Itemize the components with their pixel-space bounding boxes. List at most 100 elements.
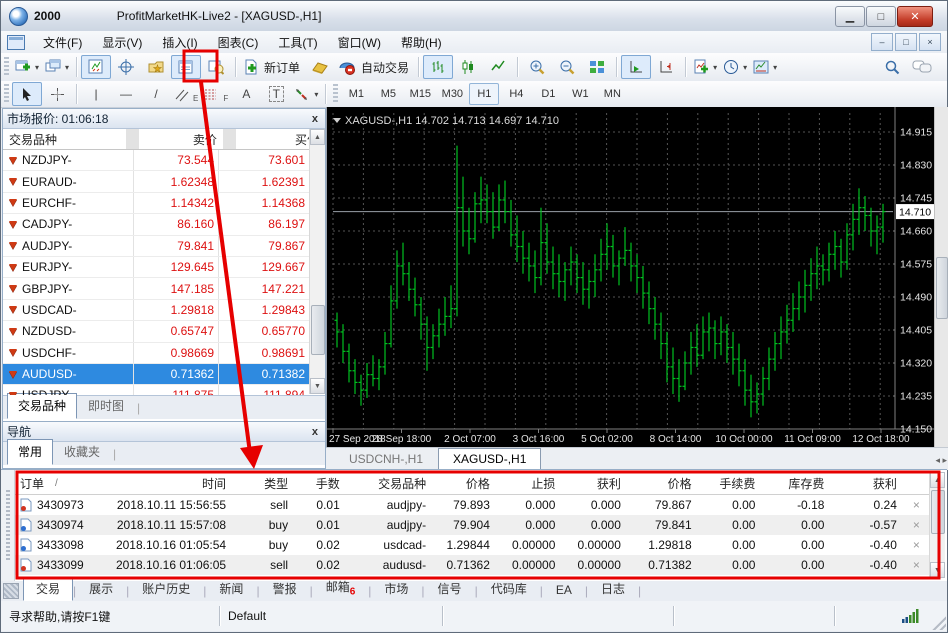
column-header[interactable]: 获利 [560, 475, 626, 492]
cursor-tool[interactable] [12, 82, 42, 106]
equidistant-channel-tool[interactable]: E [171, 82, 201, 106]
market-watch-row[interactable]: EURJPY- 129.645 129.667 [3, 256, 325, 279]
timeframe-H4[interactable]: H4 [501, 83, 531, 105]
terminal-grip[interactable] [1, 470, 15, 582]
column-header[interactable]: 交易品种 [345, 475, 431, 492]
order-row[interactable]: 3430974 2018.10.11 15:57:08 buy 0.01 audjpy-… [15, 515, 931, 535]
close-button[interactable]: ✕ [897, 6, 933, 27]
market-watch-row[interactable]: CADJPY- 86.160 86.197 [3, 214, 325, 236]
horizontal-line-tool[interactable]: — [111, 82, 141, 106]
timeframe-W1[interactable]: W1 [565, 83, 595, 105]
chart-window-icon[interactable] [7, 34, 25, 50]
crosshair-tool[interactable] [42, 82, 72, 106]
close-order-icon[interactable]: × [902, 558, 931, 572]
strategy-tester-button[interactable] [201, 55, 231, 79]
search-icon[interactable] [877, 55, 907, 79]
zoom-in-button[interactable] [522, 55, 552, 79]
timeframe-M15[interactable]: M15 [405, 83, 435, 105]
chart-bars-mode-button[interactable] [423, 55, 454, 79]
scroll-down-icon[interactable]: ▼ [310, 378, 325, 394]
market-watch-toggle[interactable] [81, 55, 112, 79]
periods-button[interactable]: ▾ [720, 55, 750, 79]
terminal-tab-信号[interactable]: 信号 [425, 577, 475, 601]
trendline-tool[interactable]: / [141, 82, 171, 106]
terminal-tab-EA[interactable]: EA [543, 580, 585, 601]
terminal-tab-新闻[interactable]: 新闻 [206, 577, 256, 601]
terminal-tab-日志[interactable]: 日志 [588, 577, 638, 601]
timeframe-M5[interactable]: M5 [373, 83, 403, 105]
autoscroll-toggle[interactable] [621, 55, 652, 79]
chart-candles-mode-button[interactable] [453, 55, 483, 79]
market-watch-row[interactable]: EURAUD- 1.62348 1.62391 [3, 171, 325, 193]
chart-tab-XAGUSDH1[interactable]: XAGUSD-,H1 [438, 448, 542, 470]
fibonacci-tool[interactable]: F [201, 82, 231, 106]
status-profile[interactable]: Default [220, 606, 443, 626]
vertical-line-tool[interactable]: | [81, 82, 111, 106]
menu-item-I[interactable]: 插入(I) [152, 31, 207, 54]
column-header[interactable]: 库存费 [760, 475, 829, 492]
timeframe-D1[interactable]: D1 [533, 83, 563, 105]
close-order-icon[interactable]: × [902, 498, 931, 512]
column-header-bid[interactable]: 卖价 [139, 131, 223, 148]
timeframe-MN[interactable]: MN [597, 83, 627, 105]
menu-item-V[interactable]: 显示(V) [92, 31, 152, 54]
toolbar-grip[interactable] [4, 84, 9, 104]
market-watch-row[interactable]: GBPJPY- 147.185 147.221 [3, 278, 325, 300]
close-order-icon[interactable]: × [902, 518, 931, 532]
column-header[interactable]: 时间 [105, 475, 231, 492]
market-watch-row[interactable]: EURCHF- 1.14342 1.14368 [3, 192, 325, 215]
scrollbar-thumb[interactable] [311, 305, 325, 355]
column-header-symbol[interactable]: 交易品种 [3, 131, 126, 148]
timeframe-M30[interactable]: M30 [437, 83, 467, 105]
market-watch-row[interactable]: USDJPY- 111.875111.894 [3, 385, 325, 395]
column-header[interactable]: 手续费 [697, 475, 761, 492]
menu-item-H[interactable]: 帮助(H) [391, 31, 452, 54]
text-label-tool[interactable]: T [261, 82, 291, 106]
profiles-button[interactable]: ▾ [42, 55, 72, 79]
market-watch-row[interactable]: USDCHF- 0.98669 0.98691 [3, 342, 325, 364]
tab-favorites[interactable]: 收藏夹 [53, 439, 111, 465]
column-header[interactable]: 获利 [829, 475, 901, 492]
terminal-panel-icon[interactable] [3, 583, 19, 599]
market-watch-row[interactable]: USDCAD- 1.29818 1.29843 [3, 299, 325, 322]
chart-shift-button[interactable] [651, 55, 681, 79]
mdi-close-button[interactable]: × [919, 33, 941, 51]
price-chart[interactable]: 14.915 14.830 14.745 14.660 14.575 14.490 14.4… [327, 107, 935, 447]
terminal-toggle[interactable] [171, 55, 202, 79]
column-header[interactable]: 手数 [293, 475, 345, 492]
tile-windows-button[interactable] [582, 55, 612, 79]
column-header-order[interactable]: 订单 / [15, 475, 105, 492]
scrollbar-thumb[interactable] [936, 257, 948, 319]
arrows-tool[interactable]: ▾ [291, 82, 321, 106]
chart-window[interactable]: 14.915 14.830 14.745 14.660 14.575 14.490 14.4… [326, 107, 935, 447]
toolbar-grip[interactable] [333, 84, 339, 104]
chart-line-mode-button[interactable] [483, 55, 513, 79]
menu-item-F[interactable]: 文件(F) [33, 31, 92, 54]
tab-scroll-right-icon[interactable]: ▸ [942, 455, 947, 465]
chart-tab-USDCNHH1[interactable]: USDCNH-,H1 [334, 448, 438, 470]
timeframe-M1[interactable]: M1 [341, 83, 371, 105]
text-tool[interactable]: A [231, 82, 261, 106]
restore-button[interactable]: □ [866, 6, 896, 27]
market-watch-row[interactable]: NZDJPY- 73.544 73.601 [3, 150, 325, 172]
navigator-toggle[interactable]: ★ [141, 55, 171, 79]
metaeditor-button[interactable] [305, 55, 335, 79]
terminal-tab-账户历史[interactable]: 账户历史 [129, 577, 203, 601]
market-watch-scrollbar[interactable]: ▲ ▼ [309, 129, 325, 394]
templates-button[interactable]: ▾ [750, 55, 780, 79]
market-watch-row[interactable]: AUDJPY- 79.841 79.867 [3, 235, 325, 257]
order-row[interactable]: 3433099 2018.10.16 01:06:05 sell 0.02 audusd… [15, 555, 931, 575]
close-order-icon[interactable]: × [902, 538, 931, 552]
terminal-tab-警报[interactable]: 警报 [260, 577, 310, 601]
scroll-up-icon[interactable]: ▲ [310, 129, 325, 145]
mdi-restore-button[interactable]: □ [895, 33, 917, 51]
terminal-tab-交易[interactable]: 交易 [23, 577, 74, 601]
menu-item-W[interactable]: 窗口(W) [328, 31, 391, 54]
menu-item-C[interactable]: 图表(C) [208, 31, 269, 54]
order-row[interactable]: 3433098 2018.10.16 01:05:54 buy 0.02 usdcad-… [15, 535, 931, 555]
column-header[interactable]: 类型 [231, 475, 293, 492]
terminal-tab-代码库[interactable]: 代码库 [478, 577, 540, 601]
autotrading-button[interactable]: 自动交易 [335, 55, 414, 79]
market-watch-row[interactable]: AUDUSD- 0.71362 0.71382 [3, 363, 325, 386]
new-chart-button[interactable]: ▾ [12, 55, 42, 79]
